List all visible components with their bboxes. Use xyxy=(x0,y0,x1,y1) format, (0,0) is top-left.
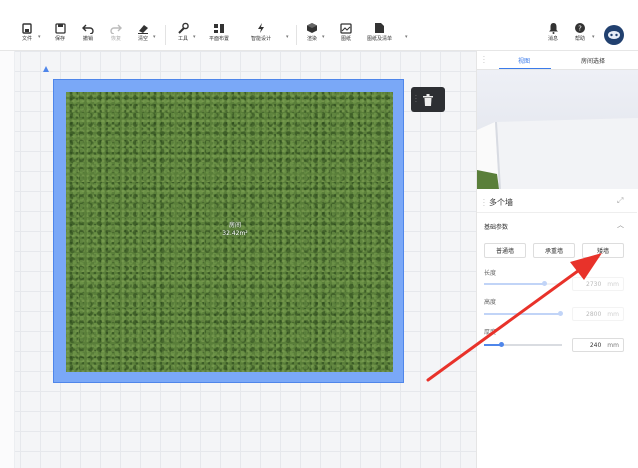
cube-icon xyxy=(305,22,319,34)
chevron-down-icon[interactable]: ▾ xyxy=(592,34,595,40)
chevron-down-icon[interactable]: ▾ xyxy=(153,34,156,40)
eraser-icon xyxy=(136,22,150,34)
room-label: 房间 32.42m² xyxy=(205,222,265,238)
render-button[interactable]: 渲染 xyxy=(305,22,319,48)
render-label: 渲染 xyxy=(306,36,317,42)
divider xyxy=(296,25,297,45)
thickness-input[interactable]: 240 mm xyxy=(572,338,624,352)
drawings-button[interactable]: 图纸 xyxy=(339,22,353,48)
height-input[interactable]: 2800 mm xyxy=(572,307,624,321)
clear-button[interactable]: 清空 xyxy=(136,22,150,48)
file-button[interactable]: 文件 xyxy=(20,22,34,48)
redo-icon xyxy=(109,22,123,34)
save-icon xyxy=(53,22,67,34)
messages-label: 消息 xyxy=(547,36,558,42)
top-toolbar: 文件 ▾ 保存 撤销 恢复 清空 ▾ 工具 ▾ 平面布置 智能设计 ▾ 渲染 ▾… xyxy=(0,0,638,51)
redo-button[interactable]: 恢复 xyxy=(109,22,123,48)
active-tab-indicator xyxy=(499,68,551,69)
length-slider[interactable] xyxy=(484,281,562,286)
height-value: 2800 xyxy=(586,310,602,318)
3d-wall-preview xyxy=(477,118,638,189)
properties-panel: · · · 视图 房间选择 xyxy=(476,51,638,468)
length-label: 长度 xyxy=(484,270,497,277)
length-input[interactable]: 2730 mm xyxy=(572,277,624,291)
floor-layout-button[interactable]: 平面布置 xyxy=(209,22,229,48)
thickness-value: 240 xyxy=(589,341,602,349)
svg-text:?: ? xyxy=(578,25,582,33)
height-slider[interactable] xyxy=(484,311,563,316)
chevron-down-icon[interactable]: ▾ xyxy=(405,34,408,40)
help-label: 帮助 xyxy=(574,36,585,42)
delete-button[interactable]: · · · xyxy=(411,87,445,112)
section-title: 多个墙 xyxy=(489,198,513,207)
clear-label: 清空 xyxy=(137,36,148,42)
expand-icon[interactable]: ⤢ xyxy=(617,196,623,206)
save-label: 保存 xyxy=(54,36,65,42)
drawing-list-label: 图纸及清单 xyxy=(367,36,393,42)
length-unit: mm xyxy=(607,280,619,288)
document-icon xyxy=(373,22,387,34)
chevron-down-icon[interactable]: ▾ xyxy=(38,34,41,40)
tab-view[interactable]: 视图 xyxy=(518,56,530,65)
divider xyxy=(165,25,166,45)
undo-label: 撤销 xyxy=(82,36,93,42)
load-bearing-wall-button[interactable]: 承重墙 xyxy=(533,243,575,258)
drag-handle-icon[interactable]: · · · xyxy=(483,55,485,67)
drawing-icon xyxy=(339,22,353,34)
height-label: 高度 xyxy=(484,299,497,306)
undo-button[interactable]: 撤销 xyxy=(81,22,95,48)
file-icon xyxy=(20,22,34,34)
panel-tabs: · · · 视图 房间选择 xyxy=(477,51,638,70)
chevron-up-icon[interactable]: ︿ xyxy=(617,220,624,230)
help-button[interactable]: ? 帮助 xyxy=(573,22,587,48)
robot-avatar-icon xyxy=(608,31,620,39)
divider xyxy=(477,212,637,213)
smart-design-button[interactable]: 智能设计 xyxy=(251,22,271,48)
wrench-icon xyxy=(176,22,190,34)
thickness-unit: mm xyxy=(607,341,619,349)
room-name: 房间 xyxy=(228,222,241,229)
basic-params-label: 基础参数 xyxy=(484,224,509,231)
tools-label: 工具 xyxy=(177,36,188,42)
undo-icon xyxy=(81,22,95,34)
save-button[interactable]: 保存 xyxy=(53,22,67,48)
drawings-label: 图纸 xyxy=(340,36,351,42)
messages-button[interactable]: 消息 xyxy=(546,22,560,48)
length-value: 2730 xyxy=(586,280,602,288)
smart-design-label: 智能设计 xyxy=(251,36,272,42)
avatar[interactable] xyxy=(604,25,624,45)
drag-handle-icon[interactable]: · · · xyxy=(415,94,417,106)
chevron-down-icon[interactable]: ▾ xyxy=(322,34,325,40)
file-label: 文件 xyxy=(21,36,32,42)
slider-handle[interactable] xyxy=(558,311,563,316)
low-wall-button[interactable]: 矮墙 xyxy=(582,243,624,258)
slider-handle[interactable] xyxy=(499,342,504,347)
bell-icon xyxy=(546,22,560,34)
slider-handle[interactable] xyxy=(542,281,547,286)
tools-button[interactable]: 工具 xyxy=(176,22,190,48)
help-icon: ? xyxy=(573,22,587,34)
thickness-label: 厚度 xyxy=(484,329,497,336)
tab-room-select[interactable]: 房间选择 xyxy=(581,56,605,65)
drawing-list-button[interactable]: 图纸及清单 xyxy=(367,22,392,48)
3d-preview[interactable] xyxy=(477,70,638,189)
height-unit: mm xyxy=(607,310,619,318)
north-marker-icon xyxy=(43,66,49,72)
left-ruler xyxy=(0,51,15,468)
trash-icon xyxy=(423,93,433,106)
floor-layout-label: 平面布置 xyxy=(209,36,230,42)
redo-label: 恢复 xyxy=(110,36,121,42)
normal-wall-button[interactable]: 普通墙 xyxy=(484,243,526,258)
thickness-slider[interactable] xyxy=(484,342,562,347)
drag-handle-icon[interactable]: · · · xyxy=(483,198,485,210)
room-area: 32.42m² xyxy=(222,230,248,237)
lightning-icon xyxy=(254,22,268,34)
layout-icon xyxy=(212,22,226,34)
chevron-down-icon[interactable]: ▾ xyxy=(286,34,289,40)
chevron-down-icon[interactable]: ▾ xyxy=(193,34,196,40)
